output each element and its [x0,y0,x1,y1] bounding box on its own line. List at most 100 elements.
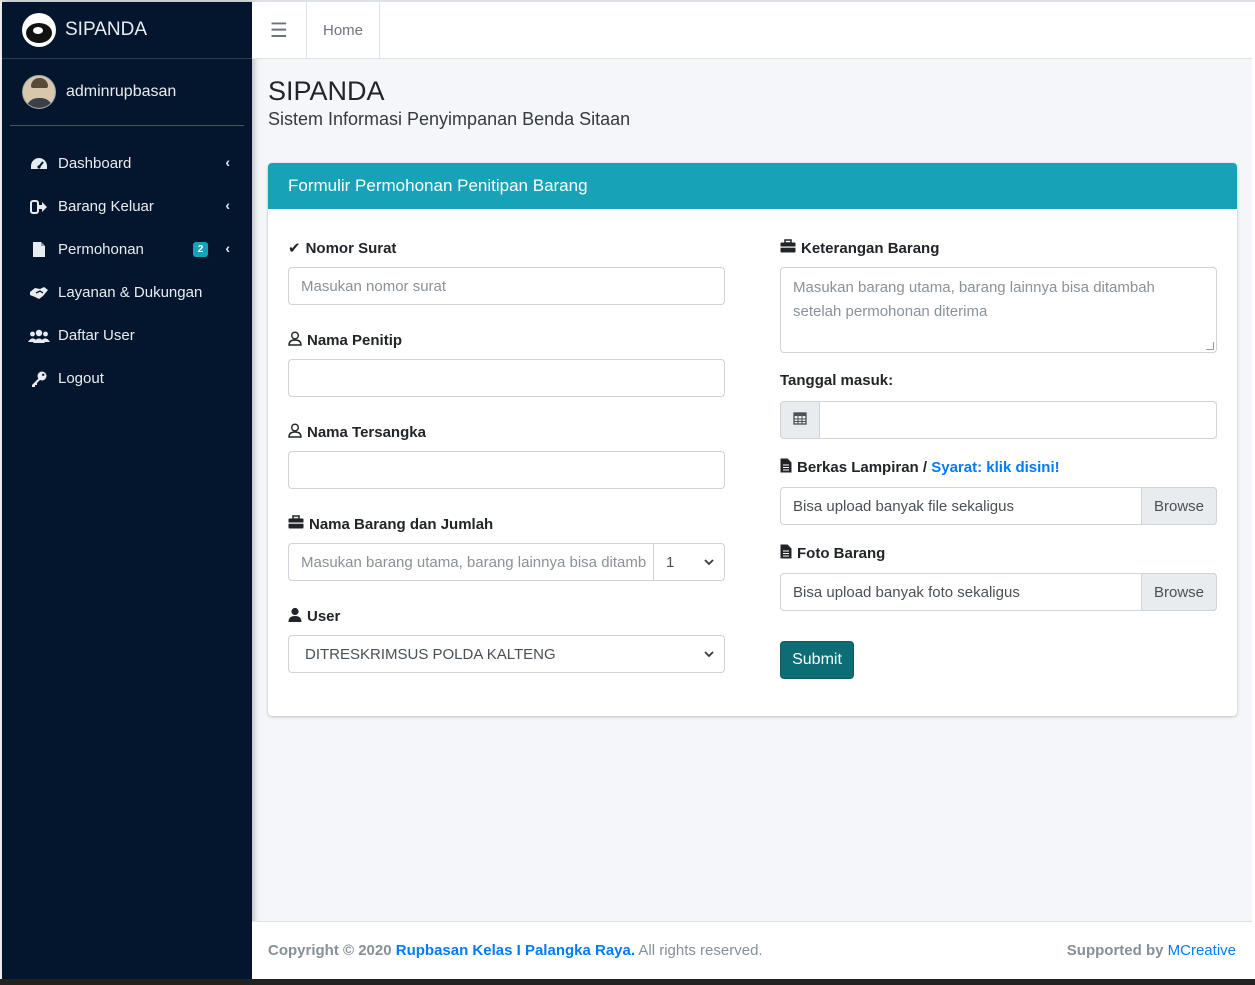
brand-name: SIPANDA [65,19,148,40]
menu-toggle-icon[interactable]: ☰ [252,1,307,59]
keterangan-placeholder-line1: Masukan barang utama, barang lainnya bis… [793,279,1155,296]
card-header: Formulir Permohonan Penitipan Barang [268,163,1237,209]
sidebar-item-logout[interactable]: Logout [2,357,252,400]
permohonan-count-badge: 2 [193,242,208,257]
briefcase-icon [288,515,304,533]
page-subtitle: Sistem Informasi Penyimpanan Benda Sitaa… [268,109,631,129]
keterangan-label: Keterangan Barang [780,239,939,257]
keterangan-textarea[interactable]: Masukan barang utama, barang lainnya bis… [780,267,1217,353]
window-bottom-border [0,979,1255,985]
nama-tersangka-input[interactable] [288,451,725,489]
sidebar-nav: Dashboard ‹ Barang Keluar ‹ Permohonan 2… [2,126,252,400]
submit-button[interactable]: Submit [780,641,854,679]
keterangan-placeholder-line2: setelah permohonan diterima [793,303,988,320]
user-label-text: User [307,608,341,625]
card-title: Formulir Permohonan Penitipan Barang [288,176,588,195]
nama-penitip-input[interactable] [288,359,725,397]
sidebar-item-label: Barang Keluar [58,198,154,215]
sidebar-item-label: Dashboard [58,155,132,172]
browse-label: Browse [1153,583,1205,601]
user-select-value: DITRESKRIMSUS POLDA KALTENG [305,645,556,663]
nama-penitip-label: Nama Penitip [288,331,402,350]
sidebar-item-label: Daftar User [58,327,135,344]
tanggal-label-text: Tanggal masuk: [780,372,894,389]
page-title: SIPANDA [268,76,385,106]
footer: Copyright © 2020 Rupbasan Kelas I Palang… [252,921,1252,979]
sidebar: SIPANDA adminrupbasan Dashboard ‹ Barang… [2,2,252,979]
nav-home-link[interactable]: Home [307,1,381,59]
tanggal-label: Tanggal masuk: [780,372,893,389]
sidebar-item-label: Layanan & Dukungan [58,284,203,301]
rights-text: All rights reserved. [635,942,763,959]
chevron-left-icon: ‹ [225,240,230,256]
jumlah-value: 1 [666,553,675,571]
sidebar-item-layanan[interactable]: Layanan & Dukungan [2,271,252,314]
org-link[interactable]: Rupbasan Kelas I Palangka Raya. [396,942,635,959]
supporter-link[interactable]: MCreative [1168,942,1236,959]
user-icon [288,607,302,626]
tanggal-input[interactable] [819,401,1217,439]
footer-support: Supported by MCreative [1067,942,1236,959]
chevron-left-icon: ‹ [225,154,230,170]
nama-penitip-label-text: Nama Penitip [307,332,403,349]
sidebar-item-label: Permohonan [58,241,144,258]
chevron-down-icon [704,555,714,569]
footer-copyright: Copyright © 2020 Rupbasan Kelas I Palang… [268,942,763,959]
user-outline-icon [288,331,302,350]
nomor-surat-placeholder: Masukan nomor surat [301,277,447,295]
nama-barang-label-text: Nama Barang dan Jumlah [309,515,494,533]
nama-barang-label: Nama Barang dan Jumlah [288,515,493,533]
sidebar-item-dashboard[interactable]: Dashboard ‹ [2,142,252,185]
key-icon [28,370,50,388]
handshake-icon [28,285,50,301]
brand-logo-icon [22,13,56,47]
chevron-down-icon [704,647,714,661]
nomor-surat-label: ✔ Nomor Surat [288,239,397,258]
top-navbar: ☰ Home [252,1,1252,59]
nama-tersangka-label: Nama Tersangka [288,423,426,442]
briefcase-icon [780,239,796,257]
nama-tersangka-label-text: Nama Tersangka [307,424,426,441]
foto-label-text: Foto Barang [797,545,886,562]
foto-placeholder: Bisa upload banyak foto sekaligus [793,583,1020,601]
submit-label: Submit [792,651,842,668]
nama-barang-input[interactable]: Masukan barang utama, barang lainnya bis… [288,543,654,581]
calendar-addon[interactable] [780,401,820,439]
syarat-link[interactable]: Syarat: klik disini! [931,459,1059,476]
berkas-browse-button[interactable]: Browse [1141,487,1217,525]
foto-browse-button[interactable]: Browse [1141,573,1217,611]
nomor-surat-label-text: Nomor Surat [305,239,397,257]
supported-prefix: Supported by [1066,942,1168,959]
berkas-label-text: Berkas Lampiran / [797,459,932,476]
sidebar-item-permohonan[interactable]: Permohonan 2 ‹ [2,228,252,271]
user-label: User [288,607,340,626]
brand-link[interactable]: SIPANDA [2,2,252,59]
sidebar-item-barang-keluar[interactable]: Barang Keluar ‹ [2,185,252,228]
copyright-prefix: Copyright © 2020 [268,942,396,959]
foto-label: Foto Barang [780,544,885,563]
file-text-icon [780,544,792,563]
user-name: adminrupbasan [66,83,177,100]
sidebar-item-daftar-user[interactable]: Daftar User [2,314,252,357]
user-select[interactable]: DITRESKRIMSUS POLDA KALTENG [288,635,725,673]
jumlah-select[interactable]: 1 [653,543,725,581]
file-text-icon [780,458,792,477]
avatar [22,75,56,109]
user-outline-icon [288,423,302,442]
chevron-left-icon: ‹ [225,197,230,213]
resize-handle-icon[interactable] [1206,342,1214,350]
check-icon: ✔ [288,240,301,257]
berkas-label: Berkas Lampiran / Syarat: klik disini! [780,458,1060,477]
calendar-icon [793,411,807,429]
users-icon [28,328,50,344]
file-icon [28,241,50,258]
tachometer-icon [28,156,50,172]
app-root: SIPANDA adminrupbasan Dashboard ‹ Barang… [0,0,1255,985]
form-card: Formulir Permohonan Penitipan Barang ✔ N… [268,163,1237,716]
nomor-surat-input[interactable]: Masukan nomor surat [288,267,725,305]
berkas-placeholder: Bisa upload banyak file sekaligus [793,497,1014,515]
sign-out-icon [28,199,50,215]
nama-barang-placeholder: Masukan barang utama, barang lainnya bis… [301,553,647,571]
keterangan-label-text: Keterangan Barang [801,239,940,257]
user-panel[interactable]: adminrupbasan [10,59,244,126]
